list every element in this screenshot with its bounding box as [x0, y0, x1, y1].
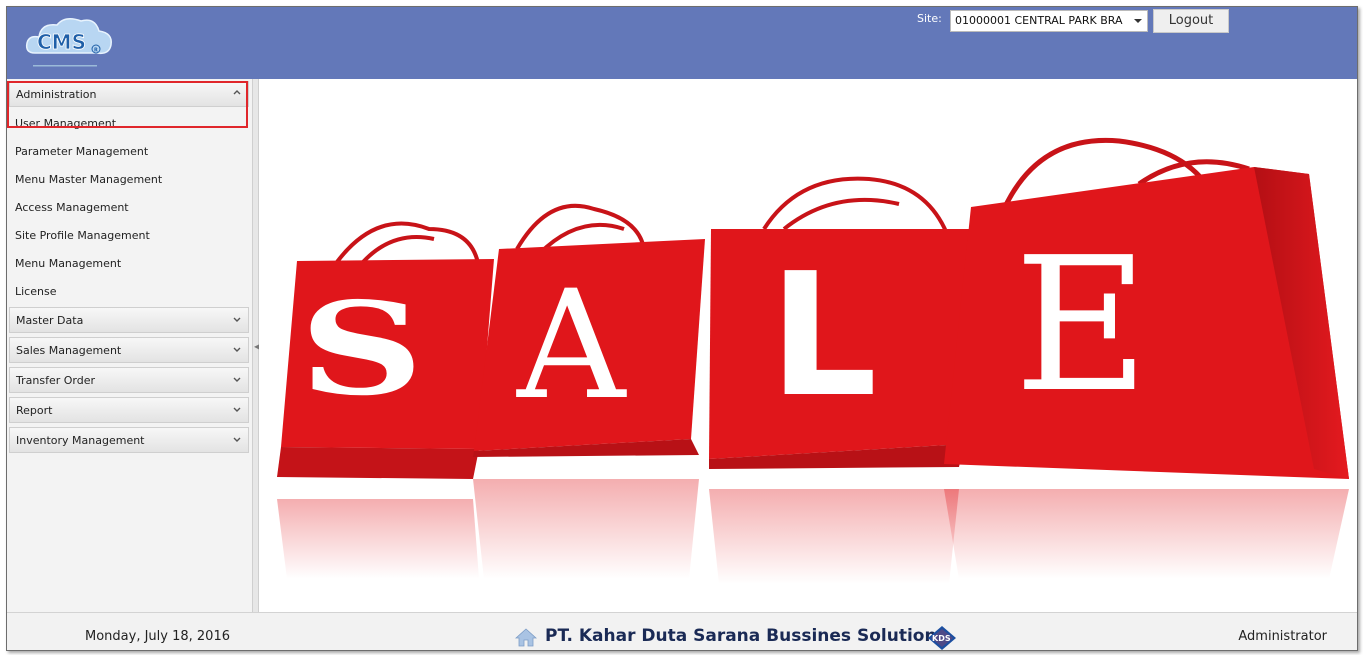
app-window: CMS R Site: 01000001 CENTRAL PARK BRA Lo…: [6, 6, 1358, 651]
footer-date: Monday, July 18, 2016: [85, 629, 230, 644]
sale-banner-image: S A L E: [277, 137, 1349, 584]
sidebar-section-sales-management[interactable]: Sales Management: [9, 337, 249, 363]
home-icon[interactable]: [515, 627, 537, 647]
sidebar-item-access-management[interactable]: Access Management: [15, 201, 129, 214]
site-select[interactable]: 01000001 CENTRAL PARK BRA: [950, 10, 1148, 32]
sidebar: Administration User Management Parameter…: [7, 79, 252, 612]
sidebar-item-menu-management[interactable]: Menu Management: [15, 257, 121, 270]
section-label: Report: [16, 404, 53, 417]
sidebar-item-parameter-management[interactable]: Parameter Management: [15, 145, 148, 158]
chevron-down-icon: [233, 407, 241, 412]
cms-logo-icon[interactable]: CMS R: [21, 13, 121, 73]
dropdown-caret-icon: [1134, 19, 1142, 23]
sidebar-section-master-data[interactable]: Master Data: [9, 307, 249, 333]
svg-text:R: R: [94, 48, 98, 54]
banner-letter-l: L: [769, 237, 877, 435]
sidebar-item-license[interactable]: License: [15, 285, 56, 298]
svg-text:KDS: KDS: [932, 634, 951, 643]
sidebar-item-site-profile-management[interactable]: Site Profile Management: [15, 229, 150, 242]
chevron-down-icon: [233, 317, 241, 322]
footer-bar: Monday, July 18, 2016 PT. Kahar Duta Sar…: [7, 612, 1357, 650]
section-label: Sales Management: [16, 344, 122, 357]
logout-button[interactable]: Logout: [1153, 9, 1229, 33]
svg-text:CMS: CMS: [37, 30, 86, 54]
sidebar-item-menu-master-management[interactable]: Menu Master Management: [15, 173, 162, 186]
banner-letter-e: E: [1014, 217, 1149, 433]
main-content: S A L E: [259, 79, 1357, 612]
section-label: Transfer Order: [16, 374, 95, 387]
section-label: Master Data: [16, 314, 84, 327]
header-bar: CMS R Site: 01000001 CENTRAL PARK BRA Lo…: [7, 7, 1357, 79]
chevron-down-icon: [233, 347, 241, 352]
kds-logo-icon: KDS: [928, 626, 956, 650]
footer-company-name: PT. Kahar Duta Sarana Bussines Solutions: [545, 626, 947, 646]
chevron-down-icon: [233, 377, 241, 382]
banner-letter-s: S: [299, 274, 424, 424]
chevron-down-icon: [233, 437, 241, 442]
sidebar-section-transfer-order[interactable]: Transfer Order: [9, 367, 249, 393]
section-label: Inventory Management: [16, 434, 145, 447]
footer-user: Administrator: [1238, 629, 1327, 644]
administration-highlight-box: [7, 81, 248, 128]
sidebar-section-inventory-management[interactable]: Inventory Management: [9, 427, 249, 453]
banner-letter-a: A: [516, 259, 627, 433]
site-label: Site:: [917, 12, 942, 25]
sidebar-section-report[interactable]: Report: [9, 397, 249, 423]
site-select-value: 01000001 CENTRAL PARK BRA: [955, 14, 1123, 27]
